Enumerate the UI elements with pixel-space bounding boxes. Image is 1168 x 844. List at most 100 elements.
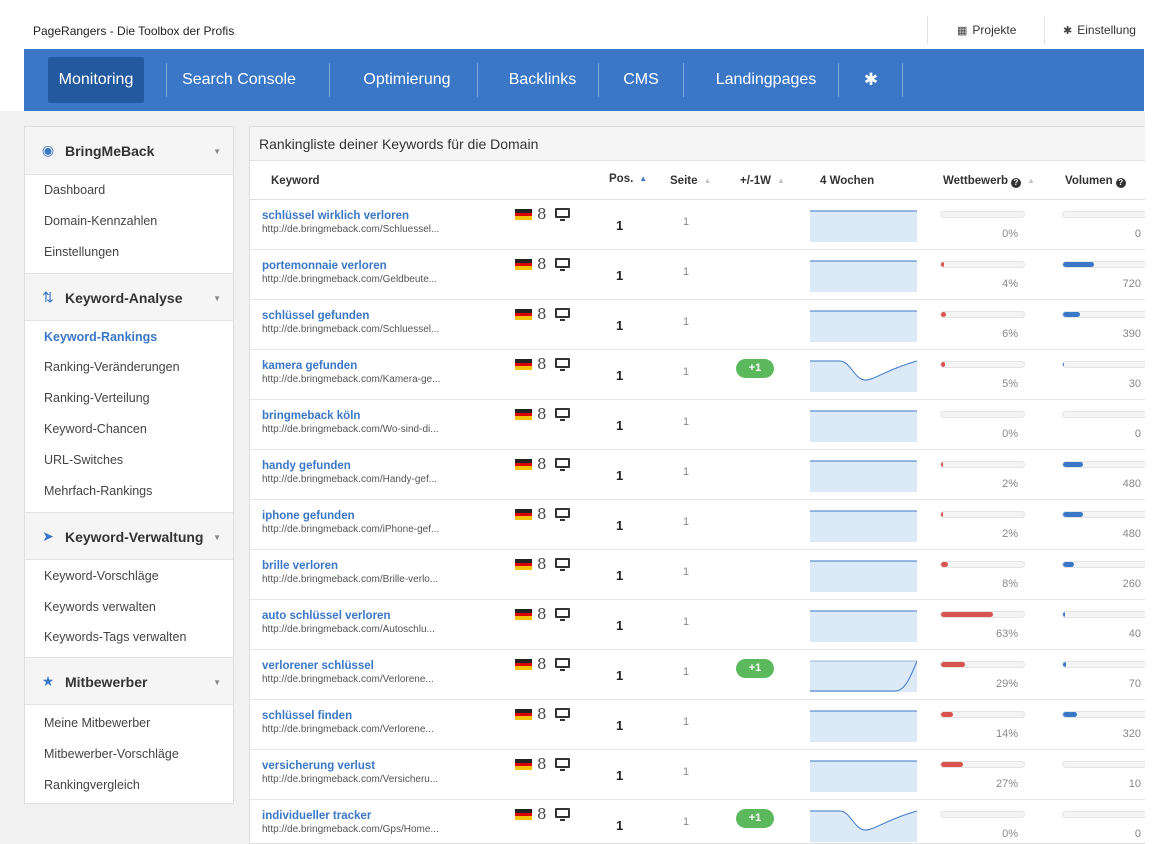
trend-sparkline <box>810 710 917 742</box>
wettbewerb-bar <box>940 311 1025 318</box>
keyword-link[interactable]: schlüssel gefunden <box>262 310 369 322</box>
sidebar-item-keyword-vorschlaege[interactable]: Keyword-Vorschläge <box>44 569 159 583</box>
keyword-link[interactable]: verlorener schlüssel <box>262 660 374 672</box>
wettbewerb-bar <box>940 561 1025 568</box>
chevron-down-icon: ▼ <box>213 533 221 542</box>
help-icon[interactable]: ? <box>1115 178 1126 188</box>
keyword-link[interactable]: individueller tracker <box>262 810 371 822</box>
column-header-seite[interactable]: Seite ▲︎ <box>670 175 711 187</box>
keyword-link[interactable]: schlüssel finden <box>262 710 352 722</box>
keyword-link[interactable]: brille verloren <box>262 560 338 572</box>
sidebar-item-mitbewerber-vorschlaege[interactable]: Mitbewerber-Vorschläge <box>44 747 179 761</box>
nav-landingpages[interactable]: Landingpages <box>691 49 841 111</box>
sparkline-area <box>810 611 917 642</box>
sidebar-item-keyword-rankings[interactable]: Keyword-Rankings <box>44 330 157 344</box>
divider <box>927 16 928 44</box>
keyword-url: http://de.bringmeback.com/Schluessel... <box>262 324 440 335</box>
column-label: 4 Wochen <box>820 175 875 187</box>
sidebar-item-domain-kennzahlen[interactable]: Domain-Kennzahlen <box>44 214 157 228</box>
sidebar-item-einstellungen[interactable]: Einstellungen <box>44 245 119 259</box>
page-value: 1 <box>683 366 690 378</box>
desktop-icon <box>555 358 570 371</box>
keyword-link[interactable]: kamera gefunden <box>262 360 357 372</box>
sidebar-section-keyword-verwaltung[interactable]: ➤ Keyword-Verwaltung ▼ <box>25 512 233 560</box>
desktop-icon <box>555 658 570 671</box>
ranking-panel: Rankingliste deiner Keywords für die Dom… <box>249 126 1145 844</box>
sidebar-item-rankingvergleich[interactable]: Rankingvergleich <box>44 778 140 792</box>
sparkline-area <box>810 411 917 442</box>
sidebar-section-bringmeback[interactable]: ◉ BringMeBack ▼ <box>25 127 233 175</box>
volumen-bar <box>1062 411 1145 418</box>
wettbewerb-value: 5% <box>1002 378 1018 390</box>
position-value: 1 <box>616 368 624 383</box>
column-header-change[interactable]: +/-1W ▲ <box>740 175 785 187</box>
wettbewerb-bar-fill <box>941 612 994 617</box>
sidebar-item-dashboard[interactable]: Dashboard <box>44 183 105 197</box>
nav-cms[interactable]: CMS <box>606 49 676 111</box>
wettbewerb-value: 2% <box>1002 478 1018 490</box>
help-icon[interactable]: ? <box>1010 178 1021 188</box>
projekte-button[interactable]: ▦ Projekte <box>957 23 1016 37</box>
position-value: 1 <box>616 668 624 683</box>
volumen-bar-fill <box>1063 262 1094 267</box>
volumen-bar-fill <box>1063 662 1066 667</box>
column-label: Pos. <box>609 173 634 185</box>
position-value: 1 <box>616 218 624 233</box>
sidebar-item-keywords-verwalten[interactable]: Keywords verwalten <box>44 600 156 614</box>
nav-separator <box>598 63 599 97</box>
volumen-bar <box>1062 311 1145 318</box>
germany-flag-icon <box>515 359 532 371</box>
keyword-link[interactable]: portemonnaie verloren <box>262 260 387 272</box>
sidebar-item-keyword-chancen[interactable]: Keyword-Chancen <box>44 422 147 436</box>
google-icon: 8 <box>537 505 547 523</box>
nav-backlinks[interactable]: Backlinks <box>485 49 600 111</box>
sidebar-item-url-switches[interactable]: URL-Switches <box>44 453 123 467</box>
column-header-4-wochen: 4 Wochen <box>820 175 874 187</box>
sidebar-section-mitbewerber[interactable]: ★ Mitbewerber ▼ <box>25 657 233 705</box>
nav-monitoring[interactable]: Monitoring <box>36 49 156 111</box>
sidebar-item-ranking-veraenderungen[interactable]: Ranking-Veränderungen <box>44 360 180 374</box>
germany-flag-icon <box>515 459 532 471</box>
sidebar-item-mehrfach-rankings[interactable]: Mehrfach-Rankings <box>44 484 152 498</box>
sparkline-area <box>810 211 917 242</box>
column-header-pos[interactable]: Pos. ▲ <box>609 173 647 185</box>
sidebar-item-meine-mitbewerber[interactable]: Meine Mitbewerber <box>44 716 150 730</box>
trend-sparkline <box>810 210 917 242</box>
keyword-link[interactable]: schlüssel wirklich verloren <box>262 210 409 222</box>
column-header-keyword[interactable]: Keyword <box>271 175 320 187</box>
trophy-icon: ★ <box>41 673 55 689</box>
keyword-link[interactable]: iphone gefunden <box>262 510 355 522</box>
nav-optimierung[interactable]: Optimierung <box>337 49 477 111</box>
google-icon: 8 <box>537 205 547 223</box>
germany-flag-icon <box>515 609 532 621</box>
wettbewerb-bar-fill <box>941 262 945 267</box>
germany-flag-icon <box>515 759 532 771</box>
einstellungen-button[interactable]: ✱ Einstellung <box>1063 23 1136 37</box>
nav-monitoring-label: Monitoring <box>47 57 145 103</box>
sidebar-section-keyword-analyse[interactable]: ⇅ Keyword-Analyse ▼ <box>25 273 233 321</box>
volumen-bar <box>1062 561 1145 568</box>
germany-flag-icon <box>515 209 532 221</box>
column-header-volumen[interactable]: Volumen? <box>1065 175 1126 188</box>
sidebar-section-title: Keyword-Verwaltung <box>65 529 204 545</box>
keyword-url: http://de.bringmeback.com/Handy-gef... <box>262 474 438 485</box>
google-icon: 8 <box>537 605 547 623</box>
keyword-link[interactable]: handy gefunden <box>262 460 351 472</box>
ranking-context: 8 <box>515 455 577 473</box>
sidebar-item-ranking-verteilung[interactable]: Ranking-Verteilung <box>44 391 150 405</box>
ranking-context: 8 <box>515 605 577 623</box>
sidebar-item-keywords-tags-verwalten[interactable]: Keywords-Tags verwalten <box>44 630 186 644</box>
nav-settings-gear-icon[interactable]: ✱ <box>846 49 896 111</box>
keyword-link[interactable]: bringmeback köln <box>262 410 360 422</box>
keyword-link[interactable]: auto schlüssel verloren <box>262 610 390 622</box>
ranking-context: 8 <box>515 505 577 523</box>
volumen-bar <box>1062 211 1145 218</box>
sparkline-area <box>810 661 917 692</box>
sparkline-area <box>810 361 917 392</box>
wettbewerb-value: 0% <box>1002 828 1018 840</box>
wettbewerb-value: 29% <box>995 678 1018 690</box>
column-header-wettbewerb[interactable]: Wettbewerb? ▲ <box>943 175 1035 188</box>
keyword-link[interactable]: versicherung verlust <box>262 760 375 772</box>
nav-search-console[interactable]: Search Console <box>174 49 304 111</box>
chevron-down-icon: ▼ <box>213 147 221 156</box>
